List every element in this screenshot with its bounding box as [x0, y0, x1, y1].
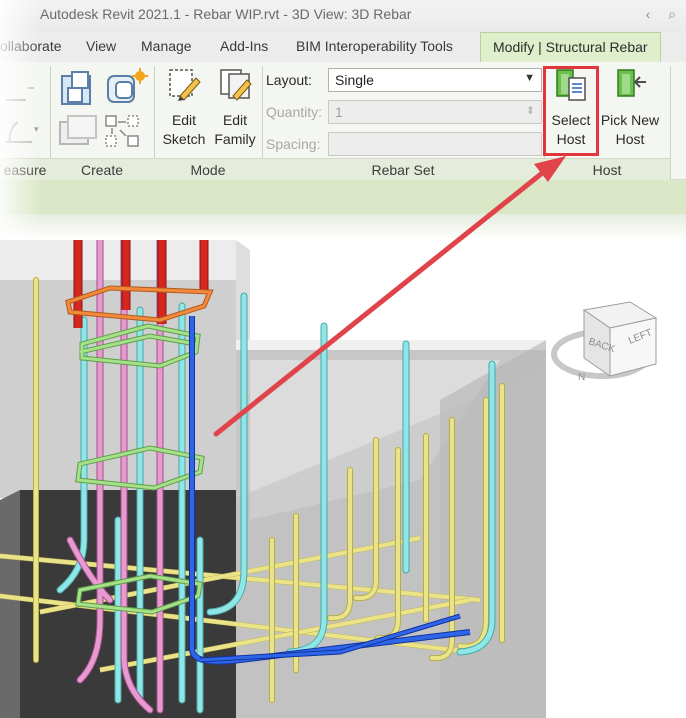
pick-new-host-button[interactable]: Pick New Host: [598, 66, 662, 149]
tab-manage[interactable]: Manage: [141, 38, 192, 54]
ribbon: Autodesk Revit 2021.1 - Rebar WIP.rvt - …: [0, 0, 686, 240]
spacing-field[interactable]: [328, 132, 542, 156]
pin-icon[interactable]: ‹: [646, 6, 651, 22]
edit-sketch-button[interactable]: Edit Sketch: [158, 66, 210, 149]
create-group-icon[interactable]: [56, 114, 100, 150]
tab-modify-structural-rebar[interactable]: Modify | Structural Rebar: [480, 32, 661, 62]
3d-view-canvas[interactable]: BACK LEFT N: [0, 240, 686, 718]
create-similar-icon[interactable]: [104, 68, 148, 110]
ribbon-options-strip: [0, 180, 686, 214]
spinner-icon: ⬍: [525, 105, 535, 117]
pick-new-host-icon: [598, 66, 662, 107]
viewcube[interactable]: BACK LEFT N: [551, 301, 658, 383]
edit-sketch-label-1: Edit: [171, 112, 197, 128]
panel-label-rebar-set: Rebar Set: [262, 158, 544, 180]
edit-sketch-icon: [158, 66, 210, 107]
layout-dropdown[interactable]: Single ▼: [328, 68, 542, 92]
quantity-value: 1: [335, 104, 343, 120]
tab-add-ins[interactable]: Add-Ins: [220, 38, 268, 54]
layout-label: Layout:: [266, 72, 312, 88]
chevron-down-icon: ▼: [524, 72, 535, 84]
panel-divider: [670, 66, 671, 180]
spacing-label: Spacing:: [266, 136, 321, 152]
select-host-highlight: [543, 66, 599, 156]
window-controls: ‹ ⌕: [632, 6, 676, 23]
quantity-field[interactable]: 1 ⬍: [328, 100, 542, 124]
create-assembly-icon[interactable]: [104, 114, 144, 150]
panel-label-mode: Mode: [154, 158, 262, 180]
search-icon[interactable]: ⌕: [668, 6, 676, 22]
panel-label-create: Create: [50, 158, 154, 180]
compass-north[interactable]: N: [578, 372, 585, 383]
edit-family-label-1: Edit: [222, 112, 248, 128]
pick-new-host-label-1: Pick New: [600, 112, 660, 128]
ribbon-fade: [0, 214, 686, 240]
quantity-label: Quantity:: [266, 104, 323, 120]
left-edge-fade: [0, 0, 40, 240]
tab-bim-interoperability[interactable]: BIM Interoperability Tools: [296, 38, 453, 54]
edit-family-button[interactable]: Edit Family: [210, 66, 260, 149]
pick-new-host-label-2: Host: [615, 131, 645, 147]
tab-view[interactable]: View: [86, 38, 116, 54]
edit-family-label-2: Family: [214, 131, 256, 147]
window-title: Autodesk Revit 2021.1 - Rebar WIP.rvt - …: [40, 6, 412, 22]
title-bar: Autodesk Revit 2021.1 - Rebar WIP.rvt - …: [0, 0, 686, 32]
3d-rebar-model: BACK LEFT N: [0, 240, 658, 718]
layout-value: Single: [335, 72, 374, 88]
edit-family-icon: [210, 66, 260, 107]
panel-label-host: Host: [544, 158, 670, 180]
ribbon-tab-bar: ollaborate View Manage Add-Ins BIM Inter…: [0, 32, 686, 62]
edit-sketch-label-2: Sketch: [162, 131, 206, 147]
create-parts-icon[interactable]: [58, 70, 98, 110]
